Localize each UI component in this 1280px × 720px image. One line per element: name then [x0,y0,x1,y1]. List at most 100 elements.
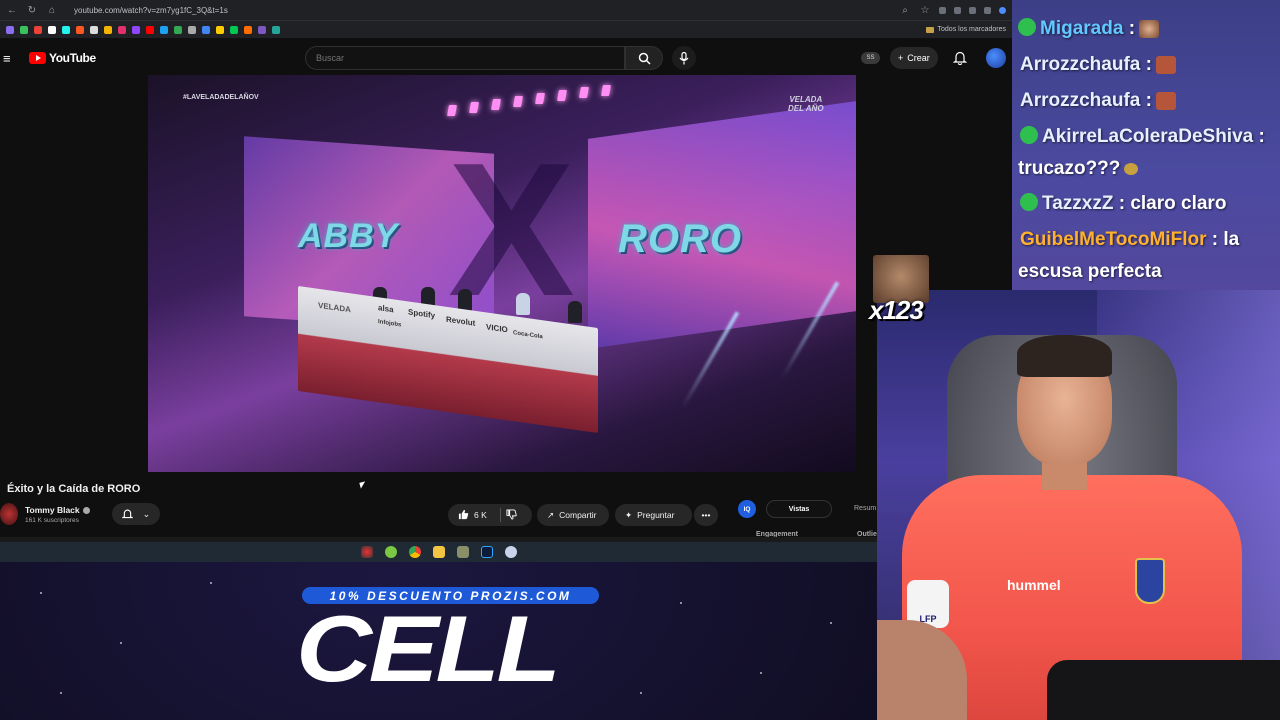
verified-icon [82,506,90,514]
bookmark-icon[interactable] [244,25,252,34]
sponsor-logo: Coca-Cola [513,330,543,341]
star [830,622,832,624]
iq-extension-icon[interactable]: IQ [738,500,756,518]
like-dislike-group: 6 K [448,504,532,526]
browser-window: ← ↻ ⌂ youtube.com/watch?v=zm7yg1fC_3Q&t=… [0,0,1012,562]
bookmark-icon[interactable] [48,25,56,34]
extension-icon[interactable] [939,6,946,14]
commentator [568,301,582,323]
subscriber-badge-icon [1018,17,1036,36]
channel-avatar[interactable] [0,503,18,525]
fighter-name-left: ABBY [298,217,399,255]
bookmark-icon[interactable] [90,25,98,34]
channel-name[interactable]: Tommy Black [25,505,90,515]
stage-light [535,93,545,104]
tab-vistas[interactable]: Vistas [766,500,832,518]
all-bookmarks[interactable]: Todos los marcadores [925,26,1006,33]
reload-icon[interactable]: ↻ [26,5,38,16]
youtube-play-icon [29,52,46,64]
subscriber-badge-icon [1020,192,1038,211]
bookmark-icon[interactable] [258,25,266,34]
search-button[interactable] [625,46,663,70]
bookmark-icon[interactable] [202,25,210,34]
bookmark-icon[interactable] [146,25,154,34]
bookmark-icon[interactable] [104,25,112,34]
bookmark-icon[interactable] [216,25,224,34]
bookmark-icon[interactable] [20,25,28,34]
voice-search-button[interactable] [672,46,696,70]
notifications-button[interactable] [952,50,968,70]
ask-button[interactable]: ✦ Preguntar [615,504,692,526]
back-icon[interactable]: ← [6,5,18,16]
chat-text: : [1128,18,1136,39]
zoom-icon[interactable]: ⌕ [899,5,911,16]
stage-light [491,99,501,110]
chat-text: escusa perfecta [1018,261,1162,282]
chat-text: : claro claro [1118,193,1227,214]
velada-logo-line2: DEL AÑO [788,104,824,113]
chat-message: GuibelMeTocoMiFlor : la [1020,224,1280,256]
url-text[interactable]: youtube.com/watch?v=zm7yg1fC_3Q&t=1s [74,6,891,15]
chat-message-continuation: trucazo??? [1018,153,1280,185]
chat-text: : [1145,90,1152,111]
search-input[interactable] [305,46,625,70]
share-button[interactable]: ↗ Compartir [537,504,609,526]
video-player[interactable]: X #LAVELADADELAÑOV VELADA DEL AÑO ABBY R… [148,75,856,472]
bookmark-icon[interactable] [6,25,14,34]
star [640,692,642,694]
star [680,602,682,604]
file-explorer-icon[interactable] [432,546,445,558]
chat-username: AkirreLaColeraDeShiva [1042,126,1254,147]
account-avatar[interactable] [986,48,1006,68]
chrome-icon[interactable] [408,546,421,558]
chat-text: : [1258,126,1265,147]
bookmark-icon[interactable] [188,25,196,34]
bookmark-star-icon[interactable]: ☆ [919,5,931,16]
dislike-button[interactable] [506,508,517,522]
tab-resumen[interactable]: Resum [854,505,876,512]
microphone [1047,660,1280,720]
chat-text: trucazo??? [1018,158,1121,179]
chat-message: AkirreLaColeraDeShiva : [1020,121,1280,153]
bookmark-icon[interactable] [174,25,182,34]
chat-message: Arrozzchaufa : [1020,49,1280,81]
stream-layout: 10% DESCUENTO PROZIS.COM CELL ← ↻ ⌂ yout… [0,0,1280,720]
bookmark-icon[interactable] [118,25,126,34]
chevron-down-icon: ⌄ [142,508,151,519]
profile-icon[interactable] [999,6,1006,14]
plus-icon: + [898,53,904,63]
extension-icon[interactable] [954,6,961,14]
hamburger-menu-icon[interactable]: ≡ [3,51,15,66]
stage-light [601,85,611,96]
sponsor-logo: Infojobs [378,319,402,329]
chat-message-continuation: escusa perfecta [1018,256,1280,288]
bookmark-icon[interactable] [160,25,168,34]
sponsor-logo: Revolut [446,314,476,328]
extension-icon[interactable] [969,6,976,14]
youtube-logo[interactable]: YouTube [29,51,96,65]
like-button[interactable] [458,509,469,522]
chat-message: TazzxzZ : claro claro [1020,188,1280,220]
bell-icon [952,51,968,66]
bookmark-icon[interactable] [34,25,42,34]
subscription-bell-button[interactable]: ⌄ [112,503,160,525]
bookmark-icon[interactable] [272,25,280,34]
bookmark-icon[interactable] [230,25,238,34]
commentator [458,289,472,311]
create-button[interactable]: + Crear [890,47,938,69]
fighter-name-right: RORO [618,217,742,261]
bookmark-icon[interactable] [132,25,140,34]
app-icon[interactable] [456,546,469,558]
velada-logo: VELADA DEL AÑO [788,95,824,113]
app-icon[interactable] [504,546,517,558]
photoshop-icon[interactable] [480,546,493,558]
channel-name-text: Tommy Black [25,505,80,515]
extension-icon[interactable] [984,6,991,14]
bookmark-icon[interactable] [62,25,70,34]
bookmark-icon[interactable] [76,25,84,34]
ss-extension-badge[interactable]: SS [861,52,880,64]
obs-icon[interactable] [360,546,373,558]
home-icon[interactable]: ⌂ [46,5,58,16]
more-actions-button[interactable]: ••• [694,504,718,526]
app-icon[interactable] [384,546,397,558]
